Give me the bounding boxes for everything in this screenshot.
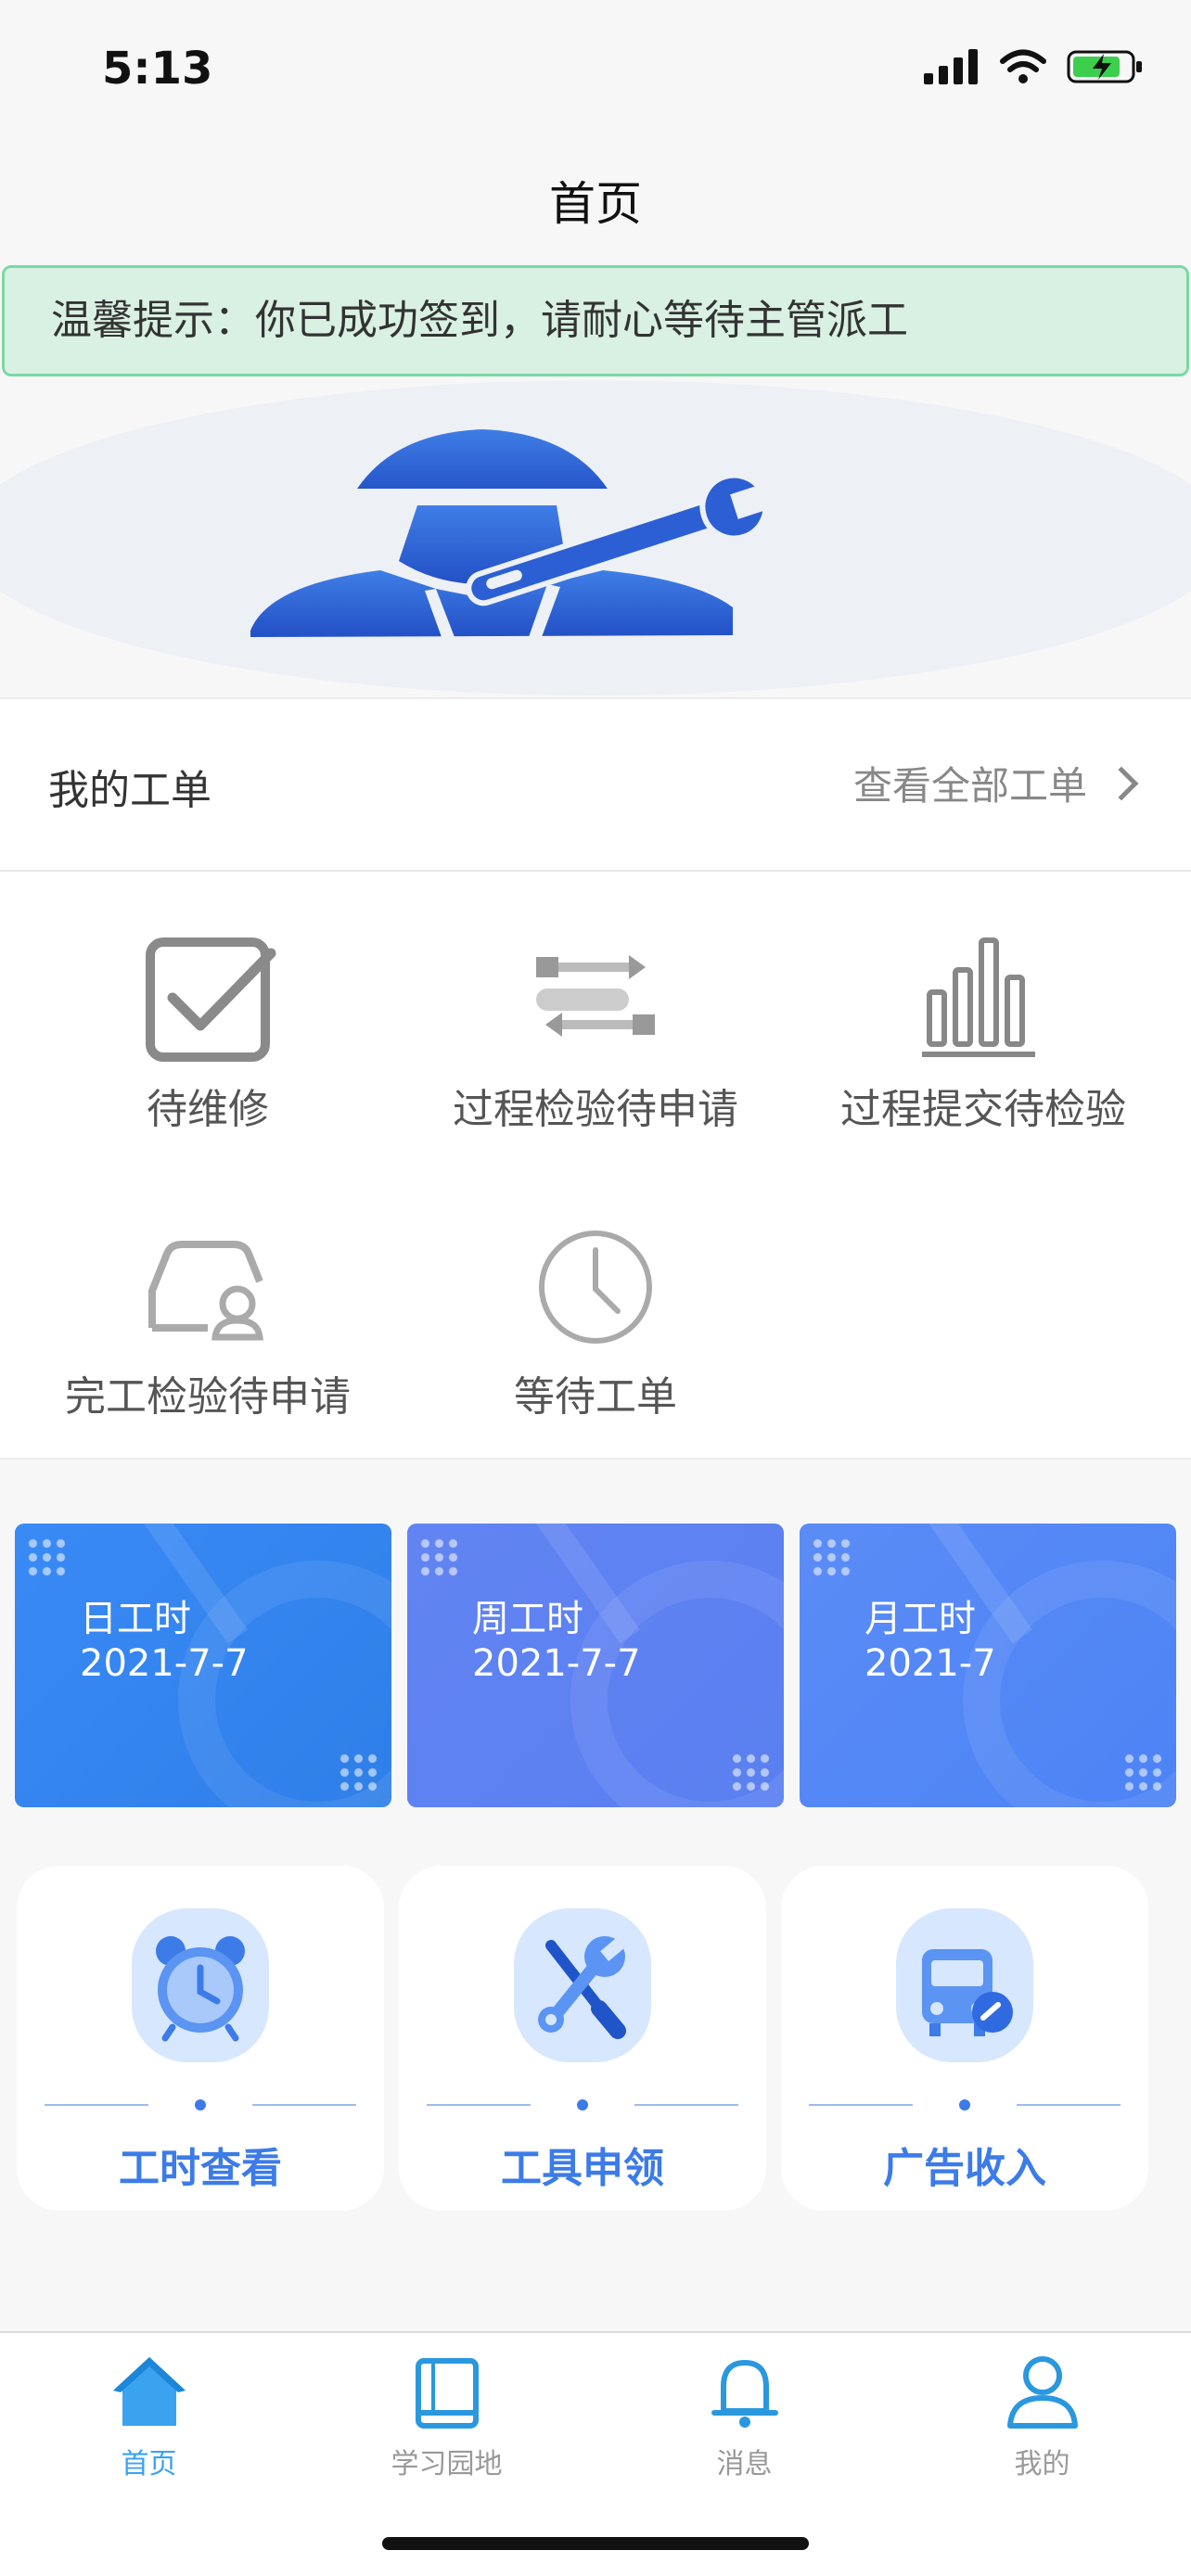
view-all-orders-label: 查看全部工单 [852, 763, 1087, 809]
stat-card-day[interactable]: 日工时 2021-7-7 [15, 1524, 391, 1807]
checkbox-icon [146, 937, 276, 1062]
alarm-clock-icon [156, 1936, 245, 2042]
signal-icon [924, 49, 978, 84]
clock-icon [539, 1231, 652, 1344]
stat-label: 周工时 [472, 1598, 583, 1640]
process-flow-icon [536, 955, 655, 1037]
battery-icon [1067, 50, 1142, 83]
bar-chart-icon [922, 937, 1035, 1057]
order-item-submit-inspect[interactable]: 过程提交待检验 [785, 929, 1182, 1135]
tab-label: 消息 [716, 2448, 773, 2480]
book-icon [415, 2358, 479, 2429]
order-item-label: 等待工单 [514, 1373, 677, 1421]
mechanic-illustration [250, 429, 791, 637]
tab-profile[interactable]: 我的 [893, 2350, 1191, 2481]
tile-label: 工时查看 [119, 2145, 282, 2192]
order-item-process-apply[interactable]: 过程检验待申请 [397, 929, 794, 1135]
page-title: 首页 [549, 177, 642, 231]
tile-ad-income[interactable]: 广告收入 [781, 1866, 1148, 2211]
bus-icon [922, 1949, 1013, 2036]
tab-label: 首页 [121, 2448, 177, 2480]
stat-card-month[interactable]: 月工时 2021-7 [800, 1524, 1176, 1807]
car-inspect-icon [148, 1241, 263, 1341]
stat-value: 2021-7 [864, 1642, 996, 1685]
tab-label: 学习园地 [391, 2448, 503, 2480]
status-bar: 5:13 [0, 0, 1191, 139]
tab-home[interactable]: 首页 [0, 2350, 298, 2481]
work-order-card: 我的工单 查看全部工单 待维修 过程检验待申请 过程提交待检验 完工检验待申请 … [0, 697, 1191, 1460]
bell-icon [711, 2360, 778, 2428]
view-all-orders-link[interactable]: 查看全部工单 [852, 755, 1139, 811]
order-item-final-apply[interactable]: 完工检验待申请 [9, 1217, 406, 1422]
status-icons [924, 48, 1145, 85]
order-item-pending-repair[interactable]: 待维修 [9, 929, 406, 1135]
tools-icon [538, 1936, 626, 2039]
stat-card-week[interactable]: 周工时 2021-7-7 [407, 1524, 784, 1807]
tile-label: 工具申领 [501, 2145, 664, 2192]
work-order-header: 我的工单 查看全部工单 [0, 699, 1191, 872]
order-item-waiting[interactable]: 等待工单 [397, 1217, 794, 1422]
order-item-label: 待维修 [147, 1086, 269, 1133]
stat-value: 2021-7-7 [80, 1642, 249, 1685]
chevron-right-icon [1104, 766, 1139, 800]
tab-messages[interactable]: 消息 [596, 2350, 893, 2481]
home-indicator [382, 2537, 809, 2550]
tab-learning[interactable]: 学习园地 [298, 2350, 596, 2481]
tile-label: 广告收入 [883, 2145, 1046, 2192]
work-order-title: 我的工单 [48, 767, 211, 814]
wifi-icon [1000, 49, 1046, 83]
person-icon [1006, 2356, 1078, 2429]
tile-work-hours[interactable]: 工时查看 [17, 1866, 384, 2211]
home-icon [112, 2357, 186, 2426]
stat-value: 2021-7-7 [472, 1642, 641, 1685]
stat-label: 日工时 [80, 1598, 191, 1640]
tab-label: 我的 [1014, 2448, 1070, 2480]
status-time: 5:13 [102, 43, 213, 95]
notice-banner: 温馨提示：你已成功签到，请耐心等待主管派工 [2, 265, 1189, 376]
tile-tool-request[interactable]: 工具申领 [399, 1866, 766, 2211]
order-item-label: 过程提交待检验 [840, 1086, 1126, 1133]
order-item-label: 完工检验待申请 [65, 1373, 351, 1421]
order-item-label: 过程检验待申请 [453, 1086, 738, 1133]
stat-label: 月工时 [864, 1598, 976, 1640]
